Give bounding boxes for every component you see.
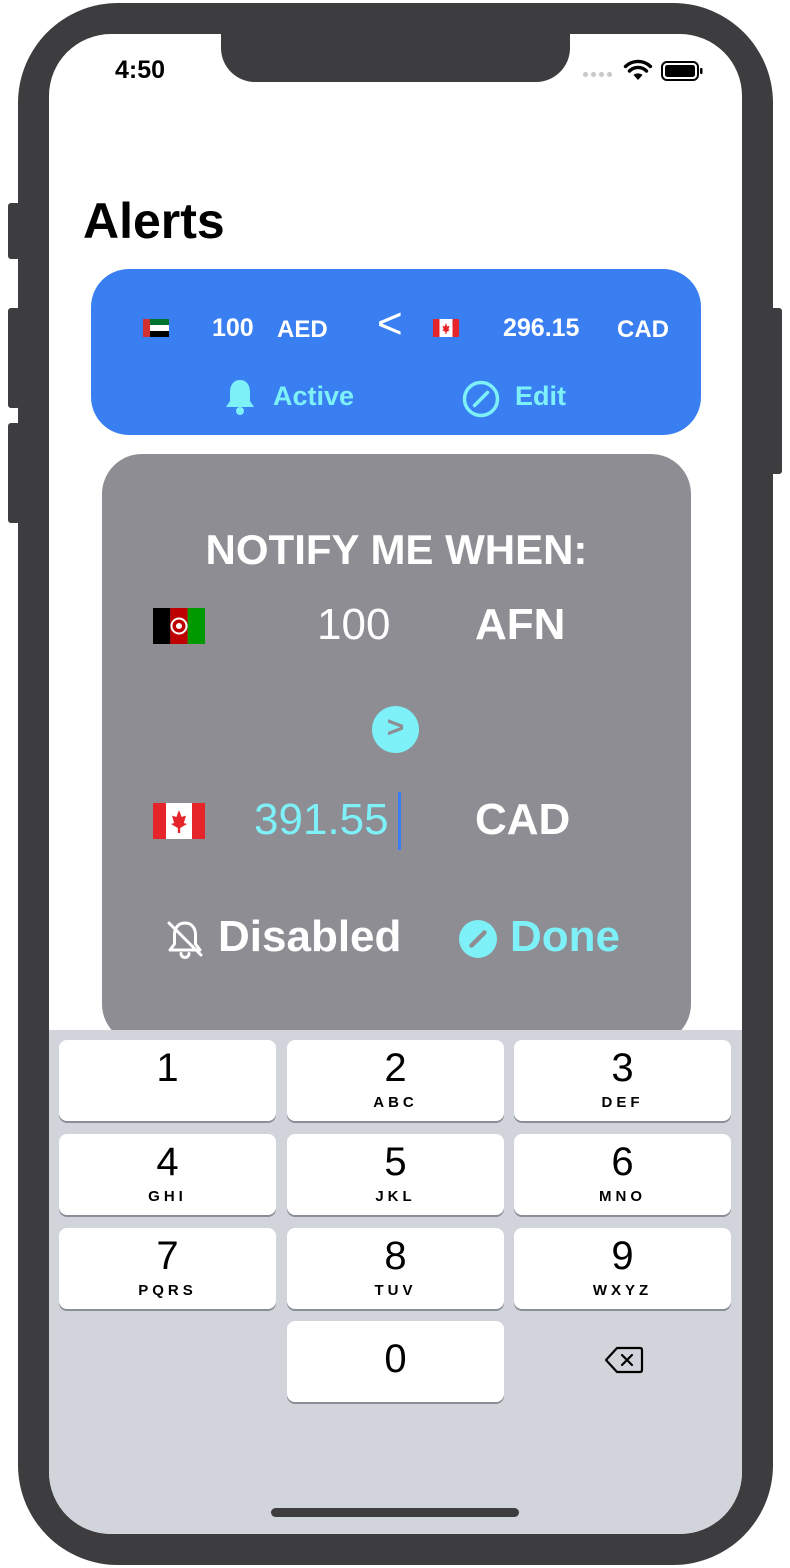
cellular-signal-icon xyxy=(583,72,613,78)
from-currency-code[interactable]: AFN xyxy=(475,600,565,650)
alert-card[interactable]: 100 AED < 296.15 CAD Active Edit xyxy=(91,269,701,435)
key-3[interactable]: 3 DEF xyxy=(514,1040,731,1121)
edit-filled-icon[interactable] xyxy=(458,919,498,959)
key-letters: TUV xyxy=(374,1282,417,1299)
mute-switch xyxy=(8,203,20,259)
key-9[interactable]: 9 WXYZ xyxy=(514,1228,731,1309)
bell-slash-icon[interactable] xyxy=(164,918,206,960)
phone-screen: 4:50 Alerts 100 AED < 296.15 CAD Active … xyxy=(49,34,742,1534)
key-letters: DEF xyxy=(601,1094,644,1111)
canada-flag-icon xyxy=(153,803,205,839)
comparator-label: > xyxy=(386,711,405,744)
power-button xyxy=(770,308,782,474)
alert-edit-button[interactable]: Edit xyxy=(515,381,566,412)
from-amount-input[interactable]: 100 xyxy=(317,600,390,650)
disabled-toggle[interactable]: Disabled xyxy=(218,912,401,962)
alert-to-code: CAD xyxy=(617,316,669,343)
key-letters: JKL xyxy=(375,1188,416,1205)
key-0[interactable]: 0 xyxy=(287,1321,504,1402)
notch xyxy=(221,34,570,82)
alert-to-amount: 296.15 xyxy=(503,314,580,342)
key-7[interactable]: 7 PQRS xyxy=(59,1228,276,1309)
key-letters: ABC xyxy=(373,1094,418,1111)
text-cursor xyxy=(398,792,401,850)
key-5[interactable]: 5 JKL xyxy=(287,1134,504,1215)
notify-heading: NOTIFY ME WHEN: xyxy=(205,526,588,573)
comparator-toggle-button[interactable]: > xyxy=(372,706,419,753)
uae-flag-icon xyxy=(143,319,169,337)
alert-from-code: AED xyxy=(277,316,328,343)
key-digit: 4 xyxy=(156,1140,179,1184)
key-digit: 1 xyxy=(156,1046,179,1090)
backspace-icon xyxy=(604,1346,644,1374)
afghanistan-flag-icon xyxy=(153,608,205,644)
to-amount-input[interactable]: 391.55 xyxy=(254,795,389,845)
wifi-icon xyxy=(623,59,653,80)
key-letters: GHI xyxy=(148,1188,187,1205)
key-digit: 6 xyxy=(611,1140,634,1184)
key-digit: 8 xyxy=(384,1234,407,1278)
home-indicator[interactable] xyxy=(271,1508,519,1517)
numeric-keypad: 1 2 ABC 3 DEF 4 GHI 5 JKL 6 MNO 7 PQRS 8 xyxy=(49,1030,742,1534)
key-letters: PQRS xyxy=(138,1282,197,1299)
edit-icon[interactable] xyxy=(461,379,501,419)
key-letters: MNO xyxy=(599,1188,646,1205)
edit-alert-card: NOTIFY ME WHEN: 100 AFN > 391.55 CAD Dis… xyxy=(102,454,691,1044)
key-digit: 3 xyxy=(611,1046,634,1090)
status-time: 4:50 xyxy=(115,56,166,84)
key-8[interactable]: 8 TUV xyxy=(287,1228,504,1309)
alert-from-amount: 100 xyxy=(212,314,254,342)
key-digit: 7 xyxy=(156,1234,179,1278)
key-digit: 5 xyxy=(384,1140,407,1184)
done-button[interactable]: Done xyxy=(510,912,620,962)
key-digit: 9 xyxy=(611,1234,634,1278)
key-6[interactable]: 6 MNO xyxy=(514,1134,731,1215)
key-letters: WXYZ xyxy=(592,1282,653,1299)
key-2[interactable]: 2 ABC xyxy=(287,1040,504,1121)
key-digit: 0 xyxy=(384,1337,407,1381)
key-4[interactable]: 4 GHI xyxy=(59,1134,276,1215)
key-1[interactable]: 1 xyxy=(59,1040,276,1121)
volume-up-button xyxy=(8,308,20,408)
alert-status-label[interactable]: Active xyxy=(273,381,354,412)
bell-icon xyxy=(226,380,254,415)
delete-key[interactable] xyxy=(514,1320,731,1401)
to-currency-code[interactable]: CAD xyxy=(475,795,570,845)
alert-comparator: < xyxy=(377,299,403,348)
battery-icon xyxy=(661,61,703,81)
canada-flag-icon xyxy=(433,319,459,337)
page-title: Alerts xyxy=(83,193,225,249)
volume-down-button xyxy=(8,423,20,523)
key-digit: 2 xyxy=(384,1046,407,1090)
